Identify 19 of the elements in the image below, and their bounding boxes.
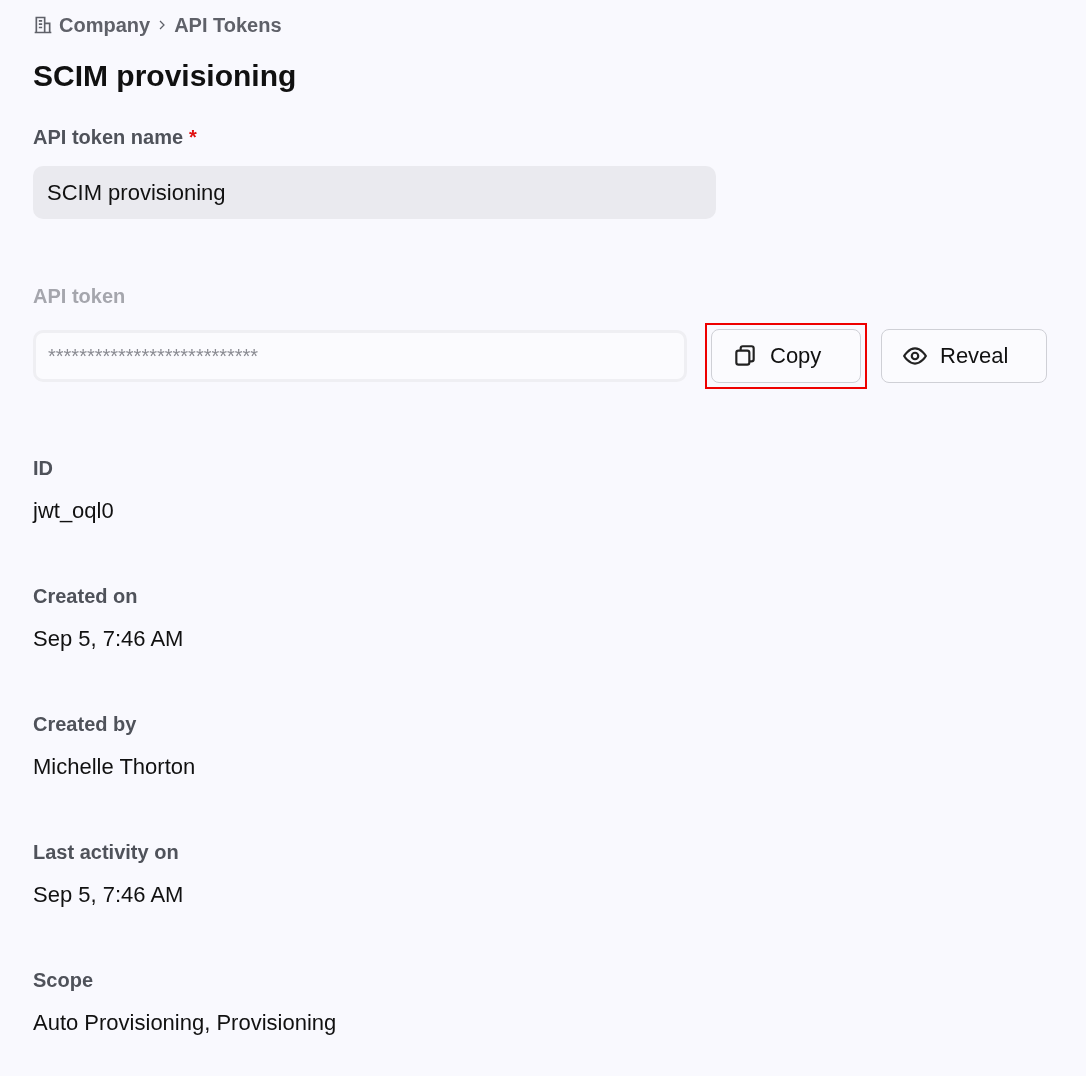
detail-label: Scope	[33, 968, 95, 993]
breadcrumb-link[interactable]: Company	[33, 13, 151, 37]
detail-value: Auto Provisioning, Provisioning	[33, 1009, 338, 1037]
detail-label: Created by	[33, 712, 138, 737]
name-input-field[interactable]: SCIM provisioning	[33, 166, 716, 219]
copy-icon	[732, 343, 758, 369]
field-label: API token	[33, 284, 127, 309]
detail-label: Last activity on	[33, 840, 180, 865]
detail-value: Michelle Thorton	[33, 753, 197, 781]
detail-value: Sep 5, 7:46 AM	[33, 625, 185, 653]
detail-label: ID	[33, 456, 54, 481]
building-icon	[33, 15, 53, 35]
required-mark: *	[189, 125, 197, 150]
detail-label: Created on	[33, 584, 139, 609]
page-title: SCIM provisioning	[33, 58, 298, 94]
breadcrumb-link[interactable]: API Tokens	[174, 13, 282, 37]
field-label: API token name	[33, 125, 184, 150]
detail-value: jwt_oql0	[33, 497, 115, 525]
detail-value: Sep 5, 7:46 AM	[33, 881, 185, 909]
